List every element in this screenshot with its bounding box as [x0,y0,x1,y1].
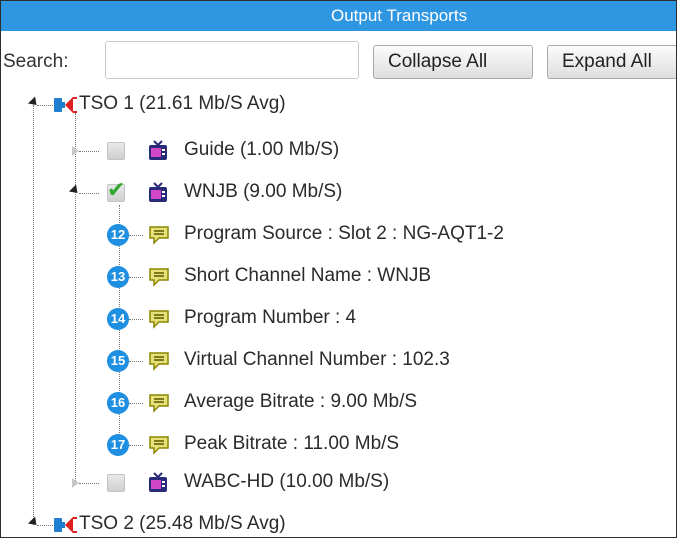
tree-line [129,277,143,278]
property-label[interactable]: Peak Bitrate : 11.00 Mb/S [184,433,399,455]
callout-badge: 16 [107,392,129,414]
connector-plug-icon [53,93,77,117]
tree-line [129,361,143,362]
property-node[interactable]: 15 Virtual Channel Number : 102.3 [1,341,676,381]
triangle-right-icon[interactable] [72,478,79,488]
transport-node[interactable]: TSO 1 (21.61 Mb/S Avg) [1,85,676,125]
connector-plug-icon [53,513,77,537]
panel-title-bar: Output Transports [1,1,676,31]
tree-line [37,105,53,106]
search-label: Search: [3,51,69,72]
property-label[interactable]: Short Channel Name : WNJB [184,265,431,287]
property-node[interactable]: 12 Program Source : Slot 2 : NG-AQT1-2 [1,215,676,255]
tree-line [37,525,53,526]
transport-label[interactable]: TSO 2 (25.48 Mb/S Avg) [79,513,286,535]
tree-line [129,319,143,320]
expand-all-button[interactable]: Expand All [547,45,676,79]
panel-title: Output Transports [331,6,468,25]
tree-line [79,151,99,152]
program-node[interactable]: ✔ WNJB (9.00 Mb/S) [1,173,676,213]
triangle-down-icon[interactable] [68,184,82,197]
collapse-all-button[interactable]: Collapse All [373,45,533,79]
triangle-down-icon[interactable] [27,516,41,529]
tree-line [79,193,99,194]
output-transports-panel: Output Transports Search: Collapse All E… [0,0,677,538]
triangle-down-icon[interactable] [27,96,41,109]
property-label[interactable]: Program Number : 4 [184,307,356,329]
speech-bubble-icon [148,267,170,287]
tree-line [129,235,143,236]
property-label[interactable]: Virtual Channel Number : 102.3 [184,349,450,371]
search-input[interactable] [105,41,359,79]
speech-bubble-icon [148,309,170,329]
triangle-right-icon[interactable] [72,146,79,156]
checkmark-icon: ✔ [107,177,126,202]
speech-bubble-icon [148,351,170,371]
tv-icon [147,140,169,162]
program-node[interactable]: Guide (1.00 Mb/S) [1,131,676,171]
property-label[interactable]: Program Source : Slot 2 : NG-AQT1-2 [184,223,504,245]
callout-badge: 17 [107,434,129,456]
property-node[interactable]: 17 Peak Bitrate : 11.00 Mb/S [1,425,676,465]
speech-bubble-icon [148,225,170,245]
program-checkbox[interactable] [107,474,125,492]
tv-icon [147,182,169,204]
program-checkbox[interactable] [107,142,125,160]
callout-badge: 13 [107,266,129,288]
tree-line [79,483,99,484]
speech-bubble-icon [148,393,170,413]
tree-line [129,403,143,404]
property-node[interactable]: 14 Program Number : 4 [1,299,676,339]
program-label[interactable]: WABC-HD (10.00 Mb/S) [184,471,389,493]
transport-tree: TSO 1 (21.61 Mb/S Avg) Guide (1.00 Mb/S) [1,85,676,537]
program-node[interactable]: WABC-HD (10.00 Mb/S) [1,463,676,503]
property-node[interactable]: 13 Short Channel Name : WNJB [1,257,676,297]
tv-icon [147,472,169,494]
program-label[interactable]: Guide (1.00 Mb/S) [184,139,339,161]
property-node[interactable]: 16 Average Bitrate : 9.00 Mb/S [1,383,676,423]
tree-line [129,445,143,446]
transport-label[interactable]: TSO 1 (21.61 Mb/S Avg) [79,93,286,115]
toolbar: Search: Collapse All Expand All [1,41,676,83]
transport-node[interactable]: TSO 2 (25.48 Mb/S Avg) [1,505,676,537]
property-label[interactable]: Average Bitrate : 9.00 Mb/S [184,391,417,413]
callout-badge: 12 [107,224,129,246]
program-label[interactable]: WNJB (9.00 Mb/S) [184,181,342,203]
callout-badge: 15 [107,350,129,372]
callout-badge: 14 [107,308,129,330]
speech-bubble-icon [148,435,170,455]
